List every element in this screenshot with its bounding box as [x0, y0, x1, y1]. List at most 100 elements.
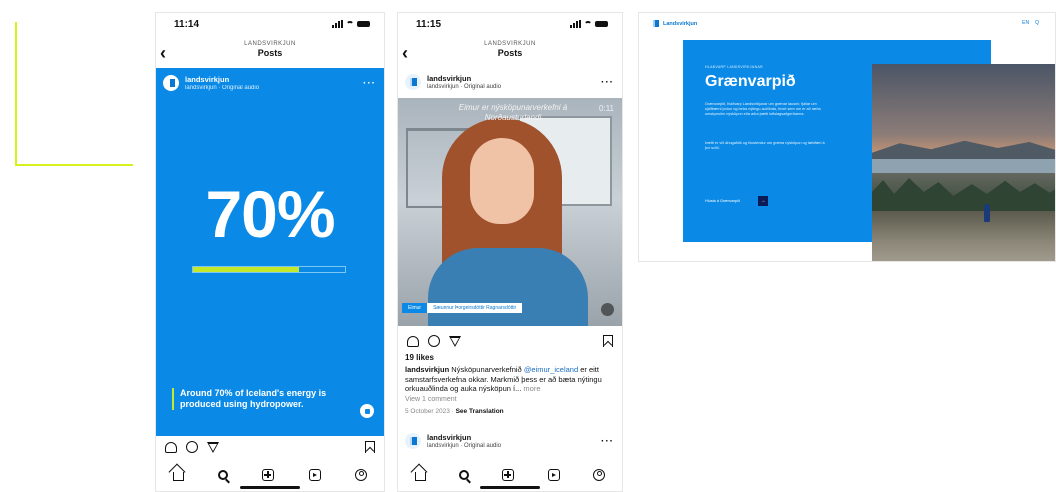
nav-title: Posts — [497, 48, 523, 58]
listen-cta-label[interactable]: Hlusta á Grænvarpið — [705, 199, 740, 203]
site-search-icon[interactable]: Q — [1035, 20, 1039, 26]
home-indicator — [480, 486, 540, 489]
nav-bar: ‹ LANDSVIRKJUN Posts — [156, 39, 384, 69]
heart-icon[interactable] — [165, 441, 177, 453]
profile-icon[interactable] — [593, 469, 606, 481]
post-video[interactable]: Eimur er nýsköpunarverkefni á Norðaustur… — [398, 98, 622, 326]
sound-toggle-icon[interactable] — [360, 404, 374, 418]
nav-bar: ‹ LANDSVIRKJUN Posts — [398, 39, 622, 69]
progress-bar — [192, 266, 346, 273]
caption-mention[interactable]: @eimur_iceland — [524, 365, 578, 374]
status-icons — [570, 20, 608, 28]
wifi-icon — [584, 21, 592, 27]
signal-icon — [332, 20, 343, 28]
video-timestamp: 0:11 — [599, 104, 614, 113]
website-preview: Landsvirkjun EN Q HLAÐVARP LANDSVIRKJUNA… — [638, 12, 1056, 262]
rocky-ground — [872, 211, 1055, 261]
decorative-bracket-horizontal — [15, 164, 133, 166]
nav-account-label: LANDSVIRKJUN — [484, 41, 536, 47]
nav-account-label: LANDSVIRKJUN — [244, 41, 296, 47]
search-icon[interactable] — [459, 470, 470, 480]
caption-username[interactable]: landsvirkjun — [405, 365, 449, 374]
avatar[interactable] — [405, 74, 421, 90]
battery-icon — [357, 21, 370, 27]
post-caption: landsvirkjun Nýsköpunarverkefnið @eimur_… — [405, 365, 617, 394]
home-icon[interactable] — [414, 472, 426, 481]
audio-label[interactable]: landsvirkjun · Original audio — [427, 84, 601, 90]
status-bar: 11:14 — [156, 13, 384, 35]
lower-third-name: Eimur — [402, 303, 428, 313]
likes-count[interactable]: 19 likes — [405, 353, 434, 362]
site-logo[interactable]: Landsvirkjun — [653, 20, 697, 27]
audio-label[interactable]: landsvirkjun · Original audio — [185, 85, 363, 91]
account-name[interactable]: landsvirkjun — [427, 433, 601, 442]
see-translation-link[interactable]: See Translation — [456, 408, 504, 415]
brand-logo-icon — [409, 78, 417, 86]
caption-text-1: Nýsköpunarverkefnið — [449, 365, 524, 374]
comment-icon[interactable] — [186, 441, 198, 453]
profile-icon[interactable] — [354, 469, 367, 481]
audio-label[interactable]: landsvirkjun · Original audio — [427, 443, 601, 449]
post-overlay-caption: Around 70% of Iceland's energy is produc… — [172, 388, 342, 410]
post-actions — [398, 331, 622, 351]
video-subtitle: Eimur er nýsköpunarverkefni á Norðaustur… — [458, 103, 568, 122]
reels-icon[interactable] — [547, 469, 560, 481]
share-icon[interactable] — [449, 335, 461, 347]
decorative-bracket-vertical — [15, 22, 17, 166]
listen-cta[interactable]: Hlusta á Grænvarpið → — [705, 196, 769, 206]
search-icon[interactable] — [218, 470, 229, 480]
lake — [872, 159, 1055, 173]
big-stat: 70% — [205, 177, 335, 251]
create-post-icon[interactable] — [502, 469, 515, 481]
more-options-icon[interactable]: ··· — [601, 436, 614, 447]
reels-icon[interactable] — [308, 469, 321, 481]
arrow-right-icon[interactable]: → — [758, 196, 769, 206]
back-chevron-icon[interactable]: ‹ — [160, 44, 166, 62]
brand-logo-icon — [653, 20, 659, 27]
mountains — [872, 140, 1055, 160]
post-author: landsvirkjun landsvirkjun · Original aud… — [427, 74, 601, 90]
caption-more-link[interactable]: more — [521, 384, 540, 393]
back-chevron-icon[interactable]: ‹ — [402, 44, 408, 62]
brand-logo-icon — [167, 79, 175, 87]
site-logo-text: Landsvirkjun — [663, 20, 698, 27]
more-options-icon[interactable]: ··· — [601, 77, 614, 88]
bookmark-icon[interactable] — [603, 335, 613, 347]
phone-screen-video-post: 11:15 ‹ LANDSVIRKJUN Posts landsvirkjun … — [397, 12, 623, 492]
brand-logo-icon — [409, 437, 417, 445]
post-actions — [156, 437, 384, 457]
account-name[interactable]: landsvirkjun — [185, 75, 363, 84]
post-media-hydropower[interactable]: landsvirkjun landsvirkjun · Original aud… — [156, 68, 384, 436]
comment-icon[interactable] — [428, 335, 440, 347]
bottom-tab-bar — [156, 463, 384, 487]
nav-title: Posts — [257, 48, 283, 58]
wifi-icon — [346, 21, 354, 27]
account-name[interactable]: landsvirkjun — [427, 74, 601, 83]
hero-eyebrow: HLAÐVARP LANDSVIRKJUNAR — [705, 65, 763, 69]
home-icon[interactable] — [173, 472, 185, 481]
hero-title: Grænvarpið — [705, 73, 796, 90]
status-time: 11:14 — [174, 18, 200, 30]
bottom-tab-bar — [398, 463, 622, 487]
more-options-icon[interactable]: ··· — [363, 78, 376, 89]
battery-icon — [595, 21, 608, 27]
avatar[interactable] — [405, 433, 421, 449]
post-date-row: 5 October 2023 · See Translation — [405, 408, 504, 415]
site-menu: EN Q — [1022, 20, 1039, 26]
mute-icon[interactable] — [601, 303, 614, 316]
share-icon[interactable] — [207, 441, 219, 453]
view-comments-link[interactable]: View 1 comment — [405, 396, 457, 403]
heart-icon[interactable] — [407, 335, 419, 347]
create-post-icon[interactable] — [262, 469, 275, 481]
presenter-face — [470, 138, 534, 224]
hero-paragraph-2: Þætti er við áhugafólk og hlustendur um … — [705, 141, 825, 150]
landscape-photo — [872, 64, 1055, 261]
status-icons — [332, 20, 370, 28]
avatar[interactable] — [163, 75, 179, 91]
post-header: landsvirkjun landsvirkjun · Original aud… — [405, 74, 614, 90]
post-header: landsvirkjun landsvirkjun · Original aud… — [163, 75, 376, 91]
hero-paragraph-1: Grænvarpið, hlaðvarp Landsvirkjunar um g… — [705, 102, 821, 116]
bookmark-icon[interactable] — [365, 441, 375, 453]
language-toggle[interactable]: EN — [1022, 20, 1029, 26]
next-post-header: landsvirkjun landsvirkjun · Original aud… — [405, 433, 614, 449]
